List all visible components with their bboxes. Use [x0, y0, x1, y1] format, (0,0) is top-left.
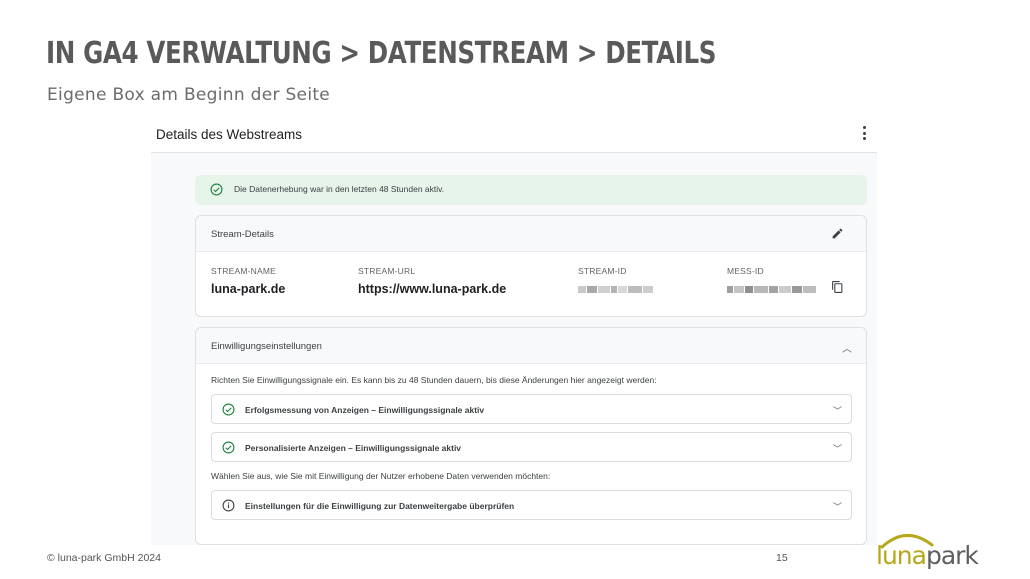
- copy-icon[interactable]: [831, 280, 844, 294]
- stream-name-label: STREAM-NAME: [211, 266, 277, 276]
- chevron-down-icon[interactable]: ﹀: [833, 404, 842, 417]
- chevron-down-icon[interactable]: ﹀: [833, 442, 842, 455]
- slide: In GA4 Verwaltung > Datenstream > Detail…: [0, 0, 1030, 579]
- logo-park: park: [925, 541, 979, 570]
- consent-row-review-sharing[interactable]: Einstellungen für die Einwilligung zur D…: [211, 490, 852, 520]
- stream-details-header: Stream-Details: [196, 216, 866, 252]
- slide-title: In GA4 Verwaltung > Datenstream > Detail…: [46, 36, 717, 71]
- ga4-screenshot: Details des Webstreams Die Datenerhebung…: [151, 113, 877, 545]
- chevron-down-icon[interactable]: ﹀: [833, 500, 842, 513]
- panel-header: Details des Webstreams: [151, 113, 877, 153]
- stream-name-field: STREAM-NAME luna-park.de: [211, 266, 285, 296]
- panel-title: Details des Webstreams: [156, 127, 303, 142]
- consent-heading: Einwilligungseinstellungen: [211, 341, 322, 352]
- mess-id-field: MESS-ID: [727, 266, 816, 293]
- stream-url-field: STREAM-URL https://www.luna-park.de: [358, 266, 506, 296]
- chevron-up-icon[interactable]: ︿: [842, 340, 852, 355]
- check-circle-icon: [222, 403, 235, 416]
- consent-row-label: Personalisierte Anzeigen – Einwilligungs…: [245, 443, 462, 453]
- mess-id-label: MESS-ID: [727, 266, 764, 276]
- stream-url-label: STREAM-URL: [358, 266, 416, 276]
- consent-card: Einwilligungseinstellungen ︿ Richten Sie…: [195, 327, 867, 545]
- pencil-icon[interactable]: [831, 227, 844, 240]
- stream-details-card: Stream-Details STREAM-NAME luna-park.de …: [195, 215, 867, 317]
- stream-details-heading: Stream-Details: [211, 229, 274, 240]
- copyright-footer: © luna-park GmbH 2024: [47, 552, 161, 564]
- info-icon: [222, 499, 235, 512]
- check-circle-icon: [210, 183, 223, 196]
- more-vert-icon[interactable]: [861, 126, 867, 140]
- check-circle-icon: [222, 441, 235, 454]
- stream-url-value: https://www.luna-park.de: [358, 282, 507, 296]
- stream-id-label: STREAM-ID: [578, 266, 627, 276]
- status-banner: Die Datenerhebung war in den letzten 48 …: [195, 175, 867, 205]
- consent-row-label: Einstellungen für die Einwilligung zur D…: [245, 501, 515, 511]
- stream-name-value: luna-park.de: [211, 282, 286, 296]
- banner-text: Die Datenerhebung war in den letzten 48 …: [234, 184, 445, 194]
- consent-header[interactable]: Einwilligungseinstellungen ︿: [196, 328, 866, 364]
- consent-intro: Richten Sie Einwilligungssignale ein. Es…: [211, 375, 657, 385]
- mess-id-redacted: [727, 286, 816, 293]
- lunapark-logo: lunapark: [876, 531, 988, 573]
- stream-id-redacted: [578, 286, 653, 293]
- consent-intro-2: Wählen Sie aus, wie Sie mit Einwilligung…: [211, 471, 551, 481]
- consent-row-ad-measurement[interactable]: Erfolgsmessung von Anzeigen – Einwilligu…: [211, 394, 852, 424]
- consent-row-personalized-ads[interactable]: Personalisierte Anzeigen – Einwilligungs…: [211, 432, 852, 462]
- consent-row-label: Erfolgsmessung von Anzeigen – Einwilligu…: [245, 405, 485, 415]
- slide-subtitle: Eigene Box am Beginn der Seite: [47, 85, 331, 105]
- logo-luna: luna: [876, 541, 927, 570]
- logo-wordmark: lunapark: [876, 541, 979, 570]
- stream-id-field: STREAM-ID: [578, 266, 653, 293]
- page-number: 15: [776, 552, 788, 564]
